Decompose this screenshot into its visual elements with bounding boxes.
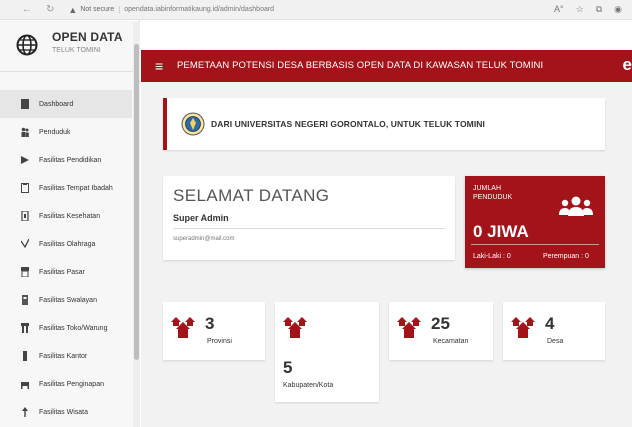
sidebar: OPEN DATA TELUK TOMINI Dashboard Pendudu… bbox=[0, 20, 140, 427]
sidebar-item-label: Fasilitas Pendidikan bbox=[39, 156, 102, 164]
stat-label: Kabupaten/Kota bbox=[283, 382, 334, 389]
stat-label: Provinsi bbox=[207, 338, 232, 345]
sidebar-item-fasilitas-penginapan[interactable]: Fasilitas Penginapan bbox=[0, 370, 132, 398]
user-icon[interactable]: e bbox=[623, 55, 632, 75]
reload-icon[interactable]: ↻ bbox=[46, 4, 54, 15]
stat-value: 3 bbox=[205, 314, 215, 333]
university-seal-icon bbox=[181, 112, 205, 136]
mosque-icon bbox=[21, 183, 29, 193]
sidebar-item-fasilitas-pasar[interactable]: Fasilitas Pasar bbox=[0, 258, 132, 286]
hotel-icon bbox=[21, 382, 29, 389]
hospital-icon bbox=[21, 211, 29, 221]
population-value: 0 JIWA bbox=[473, 222, 529, 241]
favorites-icon[interactable]: ☆ bbox=[576, 4, 584, 15]
user-name: Super Admin bbox=[173, 213, 229, 223]
sidebar-item-label: Fasilitas Wisata bbox=[39, 408, 89, 416]
university-banner: DARI UNIVERSITAS NEGERI GORONTALO, UNTUK… bbox=[163, 98, 605, 150]
sidebar-item-label: Fasilitas Kesehatan bbox=[39, 212, 101, 220]
brand[interactable]: OPEN DATA TELUK TOMINI bbox=[0, 20, 140, 72]
stat-card-kecamatan[interactable]: 25 Kecamatan bbox=[389, 302, 493, 360]
sidebar-scroll-thumb[interactable] bbox=[134, 44, 139, 360]
population-label: JUMLAH PENDUDUK bbox=[473, 185, 513, 201]
main-content: DARI UNIVERSITAS NEGERI GORONTALO, UNTUK… bbox=[141, 82, 632, 427]
school-icon bbox=[21, 156, 29, 164]
market-icon bbox=[21, 267, 29, 277]
sidebar-item-fasilitas-olahraga[interactable]: Fasilitas Olahraga bbox=[0, 230, 132, 258]
header-title: PEMETAAN POTENSI DESA BERBASIS OPEN DATA… bbox=[177, 60, 544, 71]
female-count: Perempuan : 0 bbox=[543, 253, 589, 260]
url-text[interactable]: opendata.iabinformatikaung.id/admin/dash… bbox=[124, 6, 274, 13]
sidebar-item-label: Dashboard bbox=[39, 100, 74, 108]
dashboard-icon bbox=[21, 99, 29, 109]
brand-title: OPEN DATA bbox=[52, 30, 123, 44]
stat-label: Kecamatan bbox=[433, 338, 469, 345]
sidebar-menu: Dashboard Penduduk Fasilitas Pendidikan … bbox=[0, 90, 132, 426]
stat-label: Desa bbox=[547, 338, 564, 345]
sidebar-item-label: Fasilitas Penginapan bbox=[39, 380, 104, 388]
welcome-card: SELAMAT DATANG Super Admin superadmin@ma… bbox=[163, 176, 455, 260]
sidebar-scrollbar[interactable] bbox=[133, 22, 140, 427]
url-separator: | bbox=[118, 5, 121, 14]
sidebar-item-fasilitas-tempat-ibadah[interactable]: Fasilitas Tempat Ibadah bbox=[0, 174, 132, 202]
tour-icon bbox=[22, 407, 28, 417]
population-card: JUMLAH PENDUDUK 0 JIWA Laki-Laki : 0 Per… bbox=[465, 176, 605, 268]
collections-icon[interactable]: ⧉ bbox=[596, 4, 602, 15]
stat-value: 25 bbox=[431, 314, 450, 333]
male-count: Laki-Laki : 0 bbox=[473, 253, 511, 260]
brand-subtitle: TELUK TOMINI bbox=[52, 47, 101, 54]
back-icon[interactable]: ← bbox=[22, 4, 32, 15]
hamburger-icon[interactable]: ≡ bbox=[155, 58, 163, 74]
houses-icon bbox=[171, 317, 195, 338]
browser-address-bar: ← ↻ ▲ Not secure | opendata.iabinformati… bbox=[0, 0, 632, 20]
population-divider bbox=[471, 244, 599, 245]
houses-icon bbox=[397, 317, 421, 338]
sidebar-item-label: Fasilitas Toko/Warung bbox=[39, 324, 108, 332]
sidebar-item-penduduk[interactable]: Penduduk bbox=[0, 118, 132, 146]
stat-card-desa[interactable]: 4 Desa bbox=[503, 302, 605, 360]
lock-icon[interactable]: ▲ bbox=[68, 5, 77, 15]
sidebar-item-fasilitas-swalayan[interactable]: Fasilitas Swalayan bbox=[0, 286, 132, 314]
sidebar-item-fasilitas-toko-warung[interactable]: Fasilitas Toko/Warung bbox=[0, 314, 132, 342]
read-aloud-icon[interactable]: A° bbox=[554, 4, 564, 15]
sidebar-item-label: Penduduk bbox=[39, 128, 71, 136]
people-icon bbox=[21, 127, 29, 137]
users-group-icon bbox=[559, 196, 593, 216]
top-header: ≡ PEMETAAN POTENSI DESA BERBASIS OPEN DA… bbox=[141, 50, 632, 82]
profile-icon[interactable]: ◉ bbox=[614, 4, 622, 15]
sidebar-item-fasilitas-wisata[interactable]: Fasilitas Wisata bbox=[0, 398, 132, 426]
banner-text: DARI UNIVERSITAS NEGERI GORONTALO, UNTUK… bbox=[211, 119, 485, 129]
sidebar-item-label: Fasilitas Olahraga bbox=[39, 240, 96, 248]
stat-value: 4 bbox=[545, 314, 555, 333]
houses-icon bbox=[511, 317, 535, 338]
sidebar-item-fasilitas-pendidikan[interactable]: Fasilitas Pendidikan bbox=[0, 146, 132, 174]
stat-value: 5 bbox=[283, 358, 293, 377]
sport-icon bbox=[21, 239, 29, 249]
security-label[interactable]: Not secure bbox=[80, 6, 114, 13]
welcome-title: SELAMAT DATANG bbox=[173, 186, 330, 205]
sidebar-item-label: Fasilitas Swalayan bbox=[39, 296, 97, 304]
globe-icon bbox=[16, 34, 38, 56]
store-icon bbox=[22, 295, 28, 305]
sidebar-item-dashboard[interactable]: Dashboard bbox=[0, 90, 132, 118]
houses-icon bbox=[283, 317, 307, 338]
shop-icon bbox=[21, 323, 29, 333]
sidebar-item-label: Fasilitas Kantor bbox=[39, 352, 88, 360]
sidebar-item-fasilitas-kesehatan[interactable]: Fasilitas Kesehatan bbox=[0, 202, 132, 230]
sidebar-item-fasilitas-kantor[interactable]: Fasilitas Kantor bbox=[0, 342, 132, 370]
browser-toolbar-icons: A° ☆ ⧉ ◉ bbox=[554, 4, 622, 15]
sidebar-item-label: Fasilitas Pasar bbox=[39, 268, 85, 276]
user-email: superadmin@mail.com bbox=[173, 236, 235, 242]
stat-card-provinsi[interactable]: 3 Provinsi bbox=[163, 302, 265, 360]
sidebar-item-label: Fasilitas Tempat Ibadah bbox=[39, 184, 113, 192]
stat-card-kabupaten-kota[interactable]: 5 Kabupaten/Kota bbox=[275, 302, 379, 402]
welcome-divider bbox=[173, 228, 445, 229]
building-icon bbox=[23, 351, 27, 361]
